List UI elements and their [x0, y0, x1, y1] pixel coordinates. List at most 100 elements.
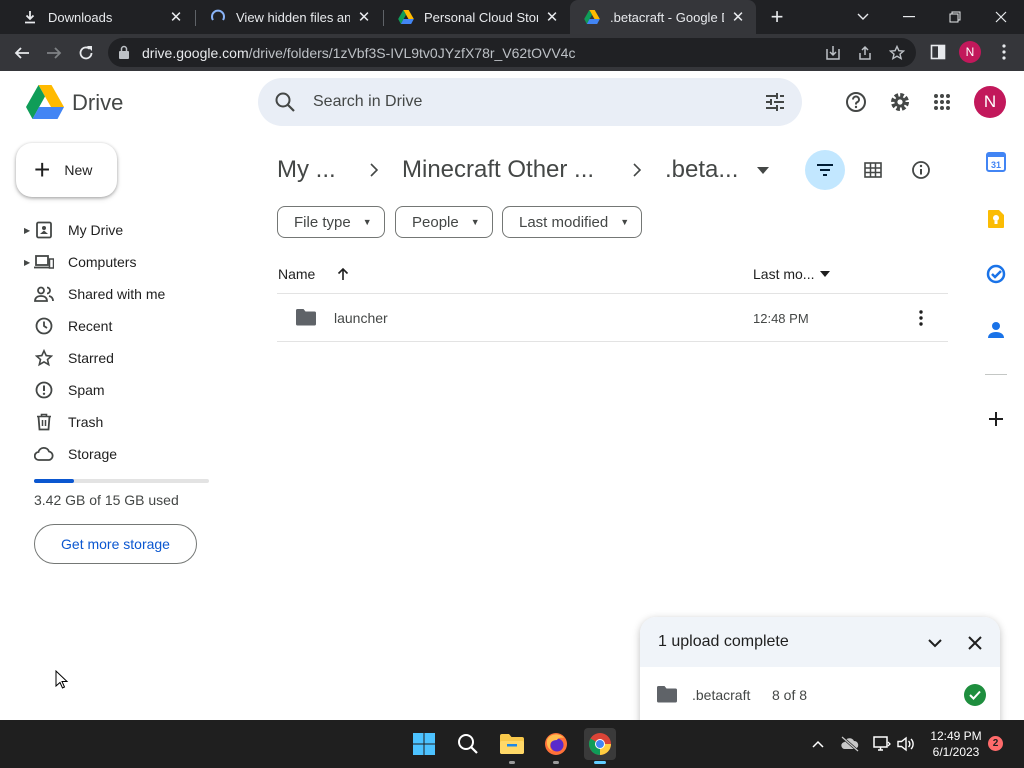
- onedrive-offline-icon[interactable]: [840, 734, 860, 754]
- spam-icon: [34, 380, 54, 400]
- filter-people[interactable]: People ▼: [395, 206, 493, 238]
- upload-status-title: 1 upload complete: [658, 633, 789, 650]
- apps-grid-icon[interactable]: [930, 90, 954, 114]
- settings-gear-icon[interactable]: [888, 90, 912, 114]
- folder-menu-dropdown-icon[interactable]: [755, 162, 771, 178]
- nav-item-starred[interactable]: Starred: [24, 344, 234, 372]
- help-icon[interactable]: [844, 90, 868, 114]
- system-clock[interactable]: 12:49 PM 6/1/2023: [918, 728, 994, 760]
- brand-name[interactable]: Drive: [72, 90, 123, 116]
- nav-item-storage[interactable]: Storage: [24, 440, 234, 468]
- reload-icon[interactable]: [72, 39, 100, 67]
- chrome-icon[interactable]: [584, 728, 616, 764]
- new-tab-button[interactable]: +: [766, 6, 788, 29]
- search-bar[interactable]: Search in Drive: [258, 78, 802, 126]
- back-arrow-icon[interactable]: [8, 39, 36, 67]
- grid-view-button[interactable]: [853, 150, 893, 190]
- details-info-button[interactable]: [901, 150, 941, 190]
- tab-close-icon[interactable]: ✕: [168, 9, 184, 26]
- running-indicator: [594, 761, 606, 764]
- account-avatar[interactable]: N: [974, 86, 1006, 118]
- column-label: Last mo...: [753, 266, 815, 282]
- breadcrumb-current-folder[interactable]: .beta...: [665, 156, 738, 184]
- add-addon-plus-icon[interactable]: [985, 408, 1007, 430]
- url-host: drive.google.com: [142, 45, 249, 61]
- new-button-label: New: [64, 162, 93, 178]
- more-options-icon[interactable]: [911, 307, 931, 329]
- collapse-chevron-icon[interactable]: [924, 632, 946, 654]
- filter-file-type[interactable]: File type ▼: [277, 206, 385, 238]
- profile-avatar[interactable]: N: [959, 41, 981, 63]
- google-contacts-icon[interactable]: [985, 319, 1007, 341]
- tab-downloads[interactable]: Downloads ✕: [8, 0, 194, 34]
- nav-item-recent[interactable]: Recent: [24, 312, 234, 340]
- folder-icon: [295, 308, 317, 331]
- table-row[interactable]: launcher 12:48 PM: [277, 294, 948, 341]
- list-view-button[interactable]: [805, 150, 845, 190]
- computers-icon: [34, 252, 54, 272]
- nav-item-label: Computers: [68, 254, 137, 270]
- tab-close-icon[interactable]: ✕: [544, 9, 560, 26]
- restore-icon[interactable]: [932, 0, 978, 34]
- upload-item-name[interactable]: .betacraft: [692, 687, 750, 703]
- tab-search-chevron-icon[interactable]: [840, 0, 886, 34]
- firefox-icon[interactable]: [540, 728, 572, 764]
- tab-view-hidden-files[interactable]: View hidden files and fo ✕: [196, 0, 382, 34]
- search-input[interactable]: Search in Drive: [313, 93, 422, 111]
- bookmark-star-icon[interactable]: [888, 44, 906, 62]
- install-app-icon[interactable]: [824, 44, 842, 62]
- column-header-last-modified[interactable]: Last mo...: [753, 266, 831, 282]
- nav-item-trash[interactable]: Trash: [24, 408, 234, 436]
- windows-start-icon[interactable]: [408, 728, 440, 760]
- clock-icon: [34, 316, 54, 336]
- sort-ascending-arrow-icon[interactable]: [337, 267, 349, 281]
- side-panel-icon[interactable]: [928, 42, 948, 62]
- taskbar-search-icon[interactable]: [452, 728, 484, 760]
- expand-caret-icon[interactable]: ▶: [24, 258, 32, 267]
- google-calendar-icon[interactable]: 31: [985, 151, 1007, 173]
- search-options-icon[interactable]: [764, 91, 786, 118]
- nav-item-my-drive[interactable]: ▶ My Drive: [24, 216, 234, 244]
- google-drive-icon: [398, 9, 414, 25]
- lock-icon: [118, 45, 130, 64]
- close-icon[interactable]: [964, 632, 986, 654]
- share-icon[interactable]: [856, 44, 874, 62]
- google-keep-icon[interactable]: [985, 208, 1007, 230]
- volume-icon[interactable]: [896, 734, 916, 754]
- show-hidden-icons-chevron-icon[interactable]: [808, 734, 828, 754]
- tab-betacraft-drive[interactable]: .betacraft - Google Driv ✕: [570, 0, 756, 34]
- window-close-icon[interactable]: [978, 0, 1024, 34]
- loading-spinner-icon: [210, 9, 226, 25]
- chevron-right-icon: [365, 160, 383, 180]
- google-tasks-icon[interactable]: [985, 263, 1007, 285]
- google-drive-logo[interactable]: [26, 85, 64, 119]
- info-icon: [912, 161, 930, 179]
- network-icon[interactable]: [872, 734, 892, 754]
- nav-item-shared-with-me[interactable]: Shared with me: [24, 280, 234, 308]
- new-button[interactable]: + New: [16, 143, 117, 197]
- forward-arrow-icon[interactable]: [40, 39, 68, 67]
- nav-item-label: Storage: [68, 446, 118, 462]
- filter-last-modified[interactable]: Last modified ▼: [502, 206, 643, 238]
- dropdown-arrow-icon: ▼: [620, 217, 630, 227]
- check-circle-icon: [964, 684, 986, 706]
- chrome-menu-icon[interactable]: [994, 42, 1014, 62]
- tab-personal-cloud-storage[interactable]: Personal Cloud Storage ✕: [384, 0, 570, 34]
- address-bar[interactable]: drive.google.com/drive/folders/1zVbf3S-I…: [108, 38, 916, 67]
- expand-caret-icon[interactable]: ▶: [24, 226, 32, 235]
- breadcrumb-minecraft-other[interactable]: Minecraft Other ...: [402, 156, 594, 184]
- get-more-storage-button[interactable]: Get more storage: [34, 524, 197, 564]
- shared-people-icon: [34, 284, 54, 304]
- minimize-icon[interactable]: [886, 0, 932, 34]
- windows-taskbar: 12:49 PM 6/1/2023 2: [0, 720, 1024, 768]
- tab-close-icon[interactable]: ✕: [730, 9, 746, 26]
- column-header-name[interactable]: Name: [278, 266, 349, 282]
- tab-close-icon[interactable]: ✕: [356, 9, 372, 26]
- nav-item-computers[interactable]: ▶ Computers: [24, 248, 234, 276]
- search-icon[interactable]: [274, 91, 296, 118]
- storage-usage-bar: [34, 479, 209, 483]
- notification-badge[interactable]: 2: [988, 736, 1003, 751]
- breadcrumb-my-drive[interactable]: My ...: [277, 156, 336, 184]
- nav-item-spam[interactable]: Spam: [24, 376, 234, 404]
- file-explorer-icon[interactable]: [496, 728, 528, 764]
